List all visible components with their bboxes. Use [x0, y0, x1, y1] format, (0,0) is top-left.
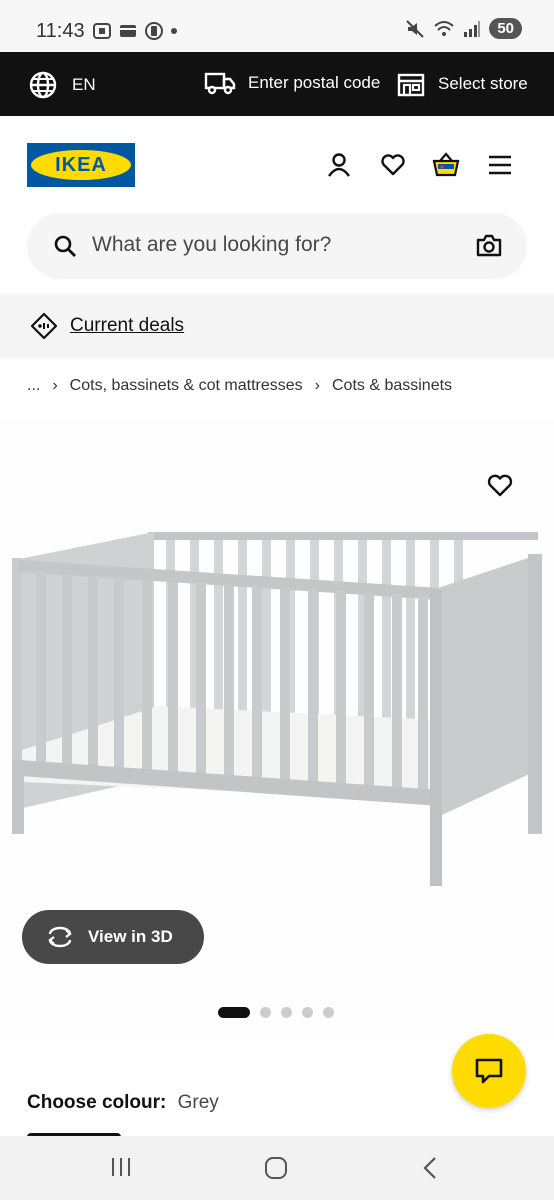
colour-selector: Choose colour: Grey [27, 1092, 219, 1114]
delivery-truck-icon [204, 72, 236, 95]
view-in-3d-label: View in 3D [88, 927, 173, 946]
breadcrumb-item[interactable]: Cots & bassinets [332, 377, 452, 395]
breadcrumb: ... › Cots, bassinets & cot mattresses ›… [27, 377, 452, 395]
carousel-dot[interactable] [302, 1007, 313, 1018]
chat-button[interactable] [452, 1034, 526, 1108]
language-selector[interactable]: EN [28, 70, 96, 100]
shopping-basket-icon[interactable] [432, 152, 460, 178]
account-icon[interactable] [326, 152, 352, 178]
card-icon [120, 25, 136, 37]
status-bar: 11:43 50 [0, 0, 554, 52]
select-store-label: Select store [438, 74, 528, 93]
language-label: EN [72, 75, 96, 94]
recent-apps-icon[interactable] [110, 1156, 132, 1178]
colour-value: Grey [177, 1092, 219, 1113]
search-bar[interactable]: What are you looking for? [27, 213, 527, 279]
wifi-icon [434, 20, 454, 36]
status-notification-icons [92, 21, 178, 41]
menu-hamburger-icon[interactable] [487, 152, 513, 178]
breadcrumb-ellipsis[interactable]: ... [27, 377, 40, 395]
carousel-dot[interactable] [260, 1007, 271, 1018]
breadcrumb-item[interactable]: Cots, bassinets & cot mattresses [70, 377, 303, 395]
home-icon[interactable] [264, 1156, 288, 1180]
chat-bubble-icon [475, 1058, 503, 1084]
top-utility-bar: EN Enter postal code Select store [0, 52, 554, 116]
carousel-dot[interactable] [323, 1007, 334, 1018]
battery-indicator: 50 [489, 18, 522, 39]
select-store-button[interactable]: Select store [396, 70, 528, 98]
search-icon [54, 235, 76, 257]
price-tag-icon [30, 312, 58, 340]
system-navigation-bar [0, 1136, 554, 1200]
colour-label: Choose colour: [27, 1092, 167, 1113]
postal-code-label: Enter postal code [248, 73, 381, 92]
image-carousel-indicator [218, 1007, 334, 1018]
ikea-logo[interactable]: IKEA [27, 143, 135, 187]
view-in-3d-button[interactable]: View in 3D [22, 910, 204, 964]
crib-product-image [12, 532, 542, 886]
globe-icon [29, 71, 57, 99]
signal-icon [464, 20, 481, 37]
current-deals-link[interactable]: Current deals [70, 315, 184, 337]
camera-search-icon[interactable] [476, 233, 502, 257]
status-time: 11:43 [36, 20, 85, 42]
dot-icon [171, 28, 177, 34]
rotate-3d-icon [48, 926, 72, 948]
carousel-dot-active[interactable] [218, 1007, 250, 1018]
status-system-icons: 50 [405, 18, 522, 39]
back-icon[interactable] [420, 1156, 440, 1180]
chevron-right-icon: › [52, 377, 58, 394]
screenshot-icon [93, 23, 111, 39]
logo-text: IKEA [31, 150, 131, 180]
carousel-dot[interactable] [281, 1007, 292, 1018]
favourite-heart-icon[interactable] [486, 472, 514, 498]
postal-code-button[interactable]: Enter postal code [204, 70, 380, 96]
wishlist-heart-icon[interactable] [380, 152, 406, 178]
search-placeholder: What are you looking for? [92, 233, 332, 256]
mute-icon [406, 19, 425, 38]
current-deals-banner[interactable]: Current deals [0, 294, 554, 358]
site-header: IKEA What are you looking for? [0, 116, 554, 294]
store-icon [397, 73, 425, 97]
chevron-right-icon: › [314, 377, 320, 394]
app-icon [145, 22, 163, 40]
